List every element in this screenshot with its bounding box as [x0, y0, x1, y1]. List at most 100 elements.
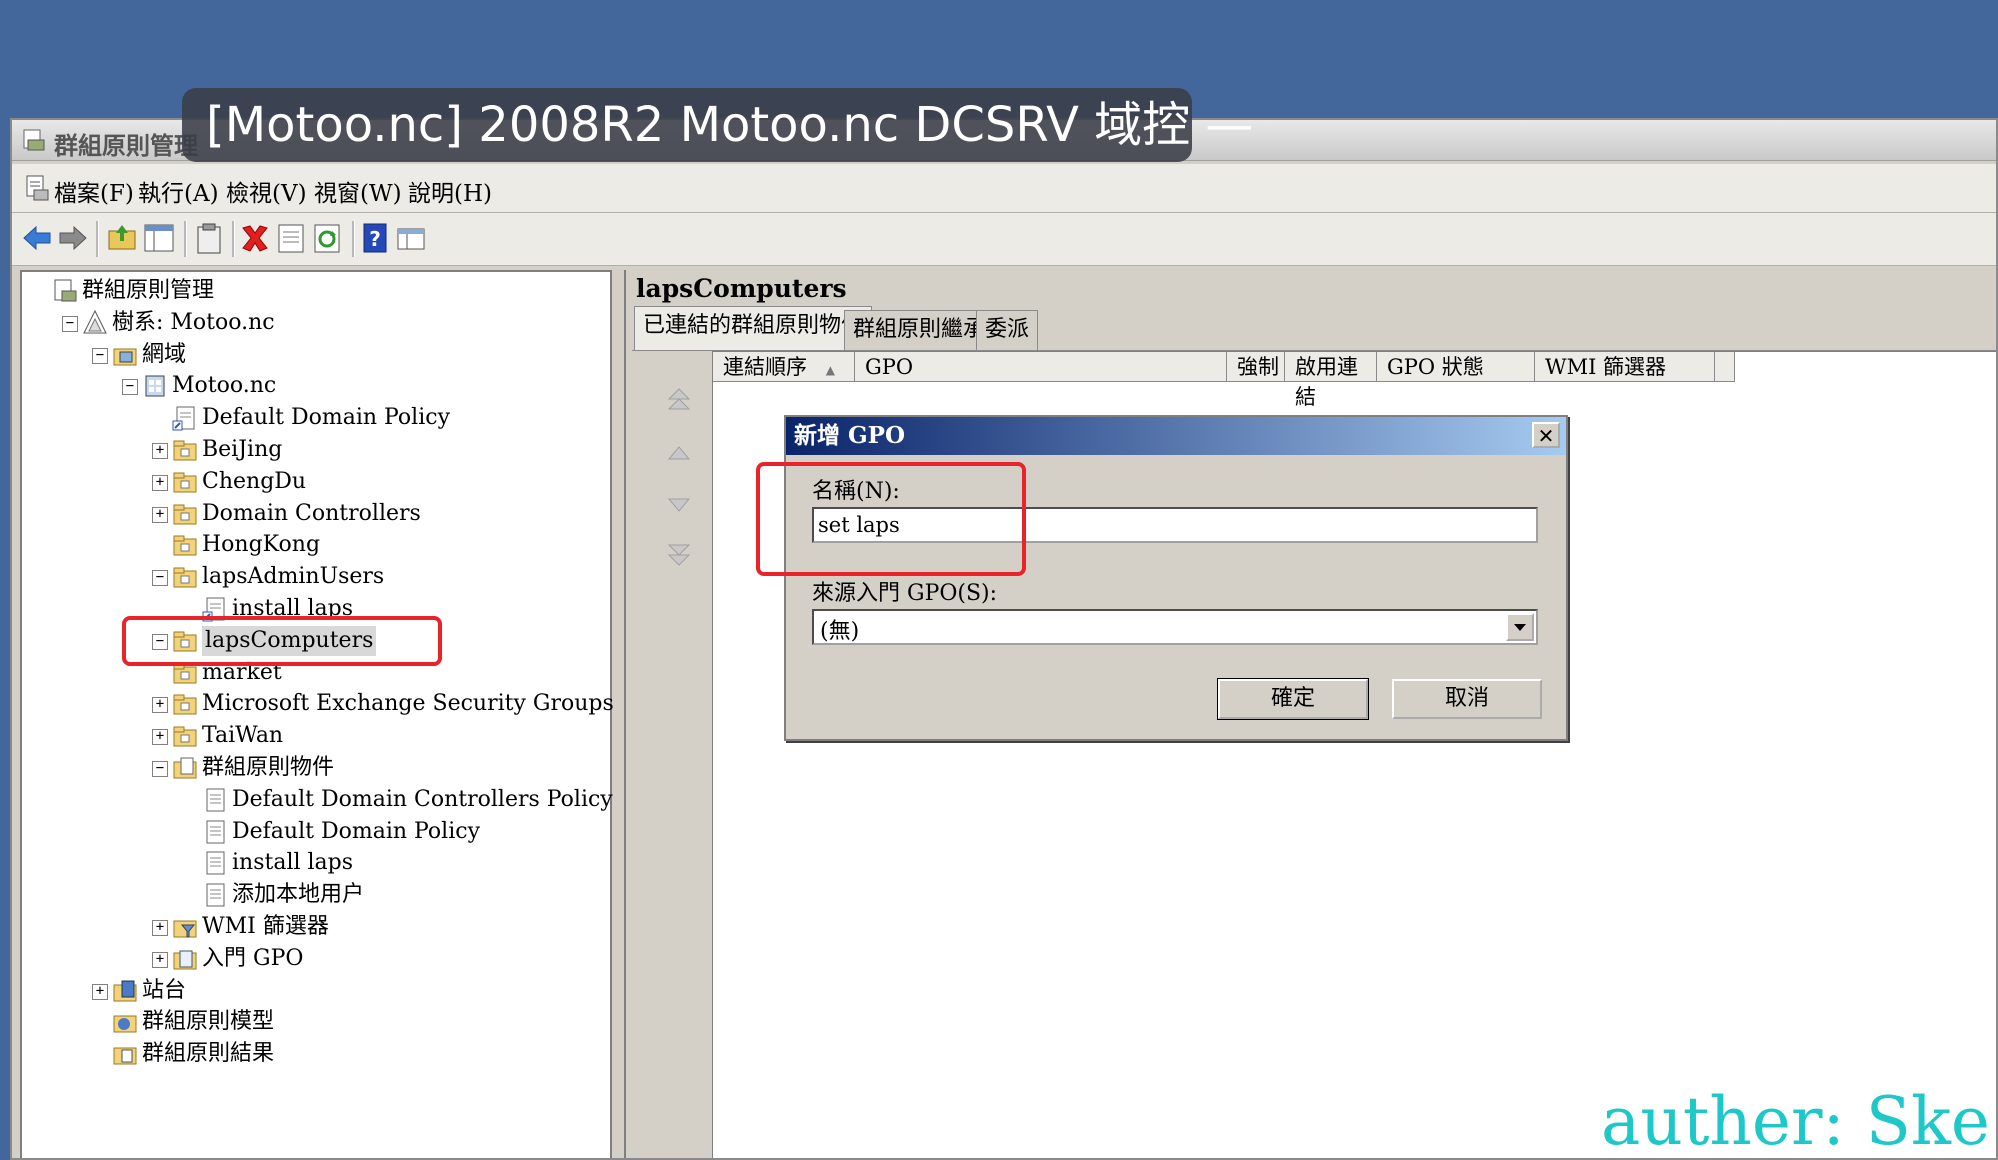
tree-node-label: ChengDu — [202, 468, 307, 494]
annotation-name-highlight — [756, 462, 1026, 576]
expand-icon[interactable]: + — [152, 697, 168, 714]
tree-node-label: 群組原則模型 — [142, 1009, 275, 1035]
tree-node-label: 樹系: Motoo.nc — [112, 309, 275, 335]
ou-folder-icon — [173, 694, 197, 715]
gpmc-root-icon — [54, 279, 77, 302]
cancel-button[interactable]: 取消 — [1392, 679, 1542, 719]
tree-node-label: Default Domain Policy — [202, 405, 450, 431]
tree-node[interactable]: − 樹系: Motoo.nc — [22, 308, 602, 338]
expand-icon[interactable]: + — [152, 506, 168, 523]
source-starter-gpo-select[interactable]: (無) — [812, 609, 1538, 645]
tree-node[interactable]: 群組原則模型 — [22, 1007, 602, 1037]
tree-node[interactable]: install laps — [22, 848, 602, 878]
domains-folder-icon — [113, 348, 137, 366]
show-hide-tree-icon[interactable] — [142, 221, 176, 255]
tree-node[interactable]: + TaiWan — [22, 721, 602, 751]
menu-file[interactable]: 檔案(F) — [54, 174, 134, 208]
tree-node-label: lapsAdminUsers — [202, 564, 385, 590]
help-icon[interactable]: ? — [358, 221, 392, 255]
tree-node[interactable]: + Domain Controllers — [22, 499, 602, 529]
move-up-icon[interactable] — [662, 437, 696, 471]
delete-icon[interactable] — [238, 221, 272, 255]
refresh-icon[interactable] — [310, 221, 344, 255]
tree-node[interactable]: HongKong — [22, 530, 602, 560]
tree-node[interactable]: Default Domain Controllers Policy — [22, 785, 613, 815]
ou-folder-icon — [173, 504, 197, 525]
tree-node[interactable]: + WMI 篩選器 — [22, 912, 602, 942]
tree-node[interactable]: − 網域 — [22, 340, 602, 370]
sites-icon — [113, 980, 137, 1002]
clipboard-icon[interactable] — [192, 221, 226, 255]
collapse-icon[interactable]: − — [92, 347, 108, 364]
collapse-icon[interactable]: − — [62, 315, 78, 332]
tree-node[interactable]: + ChengDu — [22, 467, 602, 497]
modeling-icon — [113, 1015, 137, 1033]
svg-text:?: ? — [369, 227, 381, 251]
tree-node[interactable]: + 入門 GPO — [22, 944, 602, 974]
tree-node-label: Domain Controllers — [202, 500, 421, 526]
forest-icon — [83, 309, 107, 334]
dialog-close-button[interactable]: ✕ — [1532, 422, 1560, 448]
mmc-console-icon[interactable] — [24, 174, 50, 202]
forward-arrow-icon[interactable] — [56, 221, 90, 255]
column-link-enabled[interactable]: 啟用連結 — [1285, 352, 1377, 409]
author-watermark: auther: Ske — [1601, 1083, 1990, 1160]
ou-folder-icon — [173, 535, 197, 556]
tree-node[interactable]: − Motoo.nc — [22, 371, 602, 401]
column-link-order[interactable]: 連結順序 ▲ — [713, 352, 855, 382]
view-icon[interactable] — [394, 221, 428, 255]
expand-icon[interactable]: + — [152, 474, 168, 491]
properties-icon[interactable] — [274, 221, 308, 255]
ok-button[interactable]: 確定 — [1217, 678, 1369, 720]
collapse-icon[interactable]: − — [122, 379, 138, 396]
toolbar-separator — [352, 221, 355, 257]
column-gpo[interactable]: GPO — [855, 352, 1227, 382]
dialog-title[interactable]: 新增 GPO — [786, 417, 1566, 455]
tree-node[interactable]: − 群組原則物件 — [22, 753, 602, 783]
column-enforced[interactable]: 強制 — [1227, 352, 1285, 382]
column-gpo-status[interactable]: GPO 狀態 — [1377, 352, 1535, 382]
expand-icon[interactable]: + — [152, 729, 168, 746]
move-top-icon[interactable] — [662, 383, 696, 417]
tree-node[interactable]: 群組原則結果 — [22, 1039, 602, 1069]
tree-node-label: TaiWan — [202, 723, 284, 749]
tree-node[interactable]: + BeiJing — [22, 435, 602, 465]
tree-node[interactable]: + 站台 — [22, 976, 602, 1006]
menu-window[interactable]: 視窗(W) — [314, 174, 402, 208]
menu-help[interactable]: 說明(H) — [408, 174, 492, 208]
gpo-icon — [206, 788, 225, 812]
chevron-down-icon[interactable] — [1506, 613, 1534, 641]
menu-action[interactable]: 執行(A) — [138, 174, 219, 208]
collapse-icon[interactable]: − — [152, 570, 168, 587]
tab-delegation[interactable]: 委派 — [976, 310, 1039, 350]
tree-node-label: Microsoft Exchange Security Groups — [202, 691, 614, 717]
wmi-filter-icon — [173, 920, 197, 938]
tree-node[interactable]: 群組原則管理 — [22, 276, 602, 306]
collapse-icon[interactable]: − — [152, 761, 168, 777]
up-folder-icon[interactable] — [106, 221, 140, 255]
column-label: 連結順序 — [723, 355, 807, 379]
move-bottom-icon[interactable] — [662, 537, 696, 571]
tab-linked-gpos[interactable]: 已連結的群組原則物件 — [634, 306, 873, 350]
tree-node[interactable]: 添加本地用户 — [22, 880, 602, 910]
annotation-lapscomputers-highlight — [122, 616, 442, 666]
expand-icon[interactable]: + — [152, 951, 168, 968]
tree-node[interactable]: + Microsoft Exchange Security Groups — [22, 689, 614, 719]
tree-node-label: 站台 — [142, 977, 187, 1003]
tree-node[interactable]: − lapsAdminUsers — [22, 562, 602, 592]
tab-gpo-inheritance[interactable]: 群組原則繼承 — [844, 310, 995, 350]
starter-gpo-icon — [173, 950, 197, 970]
ou-folder-icon — [173, 567, 197, 588]
toolbar-separator — [184, 221, 187, 257]
column-wmi-filter[interactable]: WMI 篩選器 — [1535, 352, 1715, 382]
expand-icon[interactable]: + — [92, 983, 108, 1000]
toolbar: ? — [12, 213, 1996, 266]
expand-icon[interactable]: + — [152, 443, 168, 459]
move-down-icon[interactable] — [662, 487, 696, 521]
tree-node[interactable]: Default Domain Policy — [22, 817, 602, 847]
back-arrow-icon[interactable] — [20, 221, 54, 255]
vm-title-banner: [Motoo.nc] 2008R2 Motoo.nc DCSRV 域控 — — [182, 88, 1253, 162]
menu-view[interactable]: 檢視(V) — [226, 174, 307, 208]
tree-node[interactable]: Default Domain Policy — [22, 403, 602, 433]
expand-icon[interactable]: + — [152, 920, 168, 936]
